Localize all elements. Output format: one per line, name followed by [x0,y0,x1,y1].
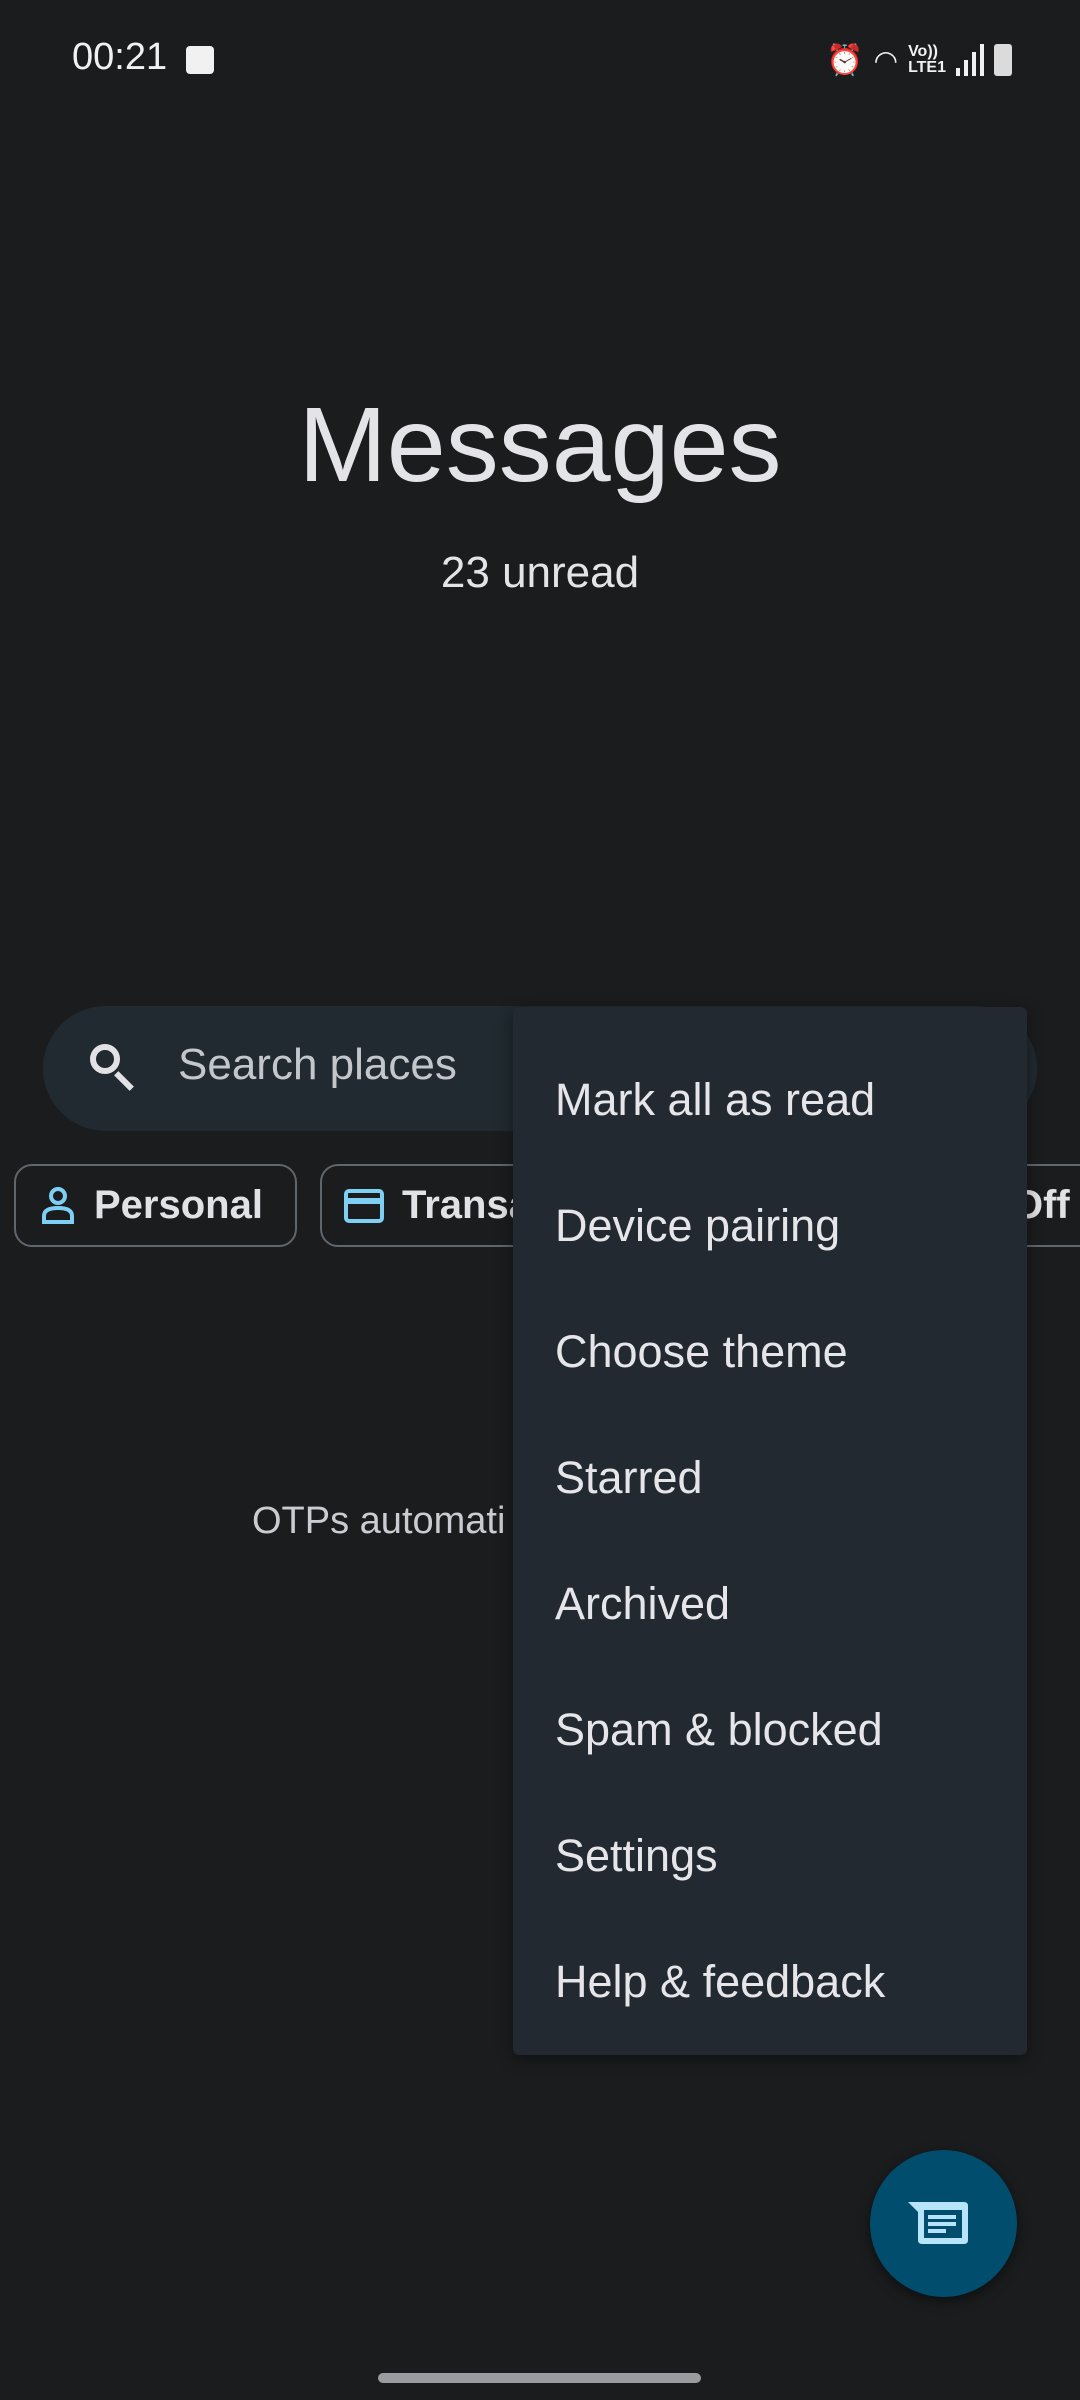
battery-charging-icon [994,44,1012,76]
wifi-icon: ◠ [873,44,899,76]
search-input[interactable]: Search places [178,1040,457,1090]
unread-count: 23 unread [440,548,640,597]
gallery-notification-icon [186,46,214,74]
menu-item-settings[interactable]: Settings [513,1793,1027,1919]
gesture-nav-handle[interactable] [378,2373,701,2383]
empty-state-text: OTPs automati [252,1500,506,1542]
search-icon [90,1044,120,1074]
card-icon [344,1188,384,1223]
menu-item-choose-theme[interactable]: Choose theme [513,1289,1027,1415]
menu-item-spam-blocked[interactable]: Spam & blocked [513,1667,1027,1793]
menu-item-mark-all-read[interactable]: Mark all as read [513,1037,1027,1163]
new-message-icon [908,2202,968,2244]
chip-label: Personal [94,1183,263,1227]
person-icon [42,1186,74,1224]
volte-icon: Vo)) LTE1 [908,44,946,76]
page-title: Messages [298,386,782,504]
menu-item-help-feedback[interactable]: Help & feedback [513,1919,1027,2045]
overflow-menu: Mark all as read Device pairing Choose t… [513,1007,1027,2055]
alarm-icon: ⏰ [826,43,864,77]
lte-label: LTE1 [908,59,946,76]
signal-icon [956,44,984,76]
menu-item-device-pairing[interactable]: Device pairing [513,1163,1027,1289]
menu-item-archived[interactable]: Archived [513,1541,1027,1667]
chip-personal[interactable]: Personal [14,1164,297,1247]
volte-label: Vo)) [908,43,938,60]
chip-label: Transa [402,1183,531,1227]
status-time: 00:21 [72,36,168,78]
status-icons: ⏰ ◠ Vo)) LTE1 [826,40,1012,80]
menu-item-starred[interactable]: Starred [513,1415,1027,1541]
start-chat-button[interactable] [870,2150,1017,2297]
